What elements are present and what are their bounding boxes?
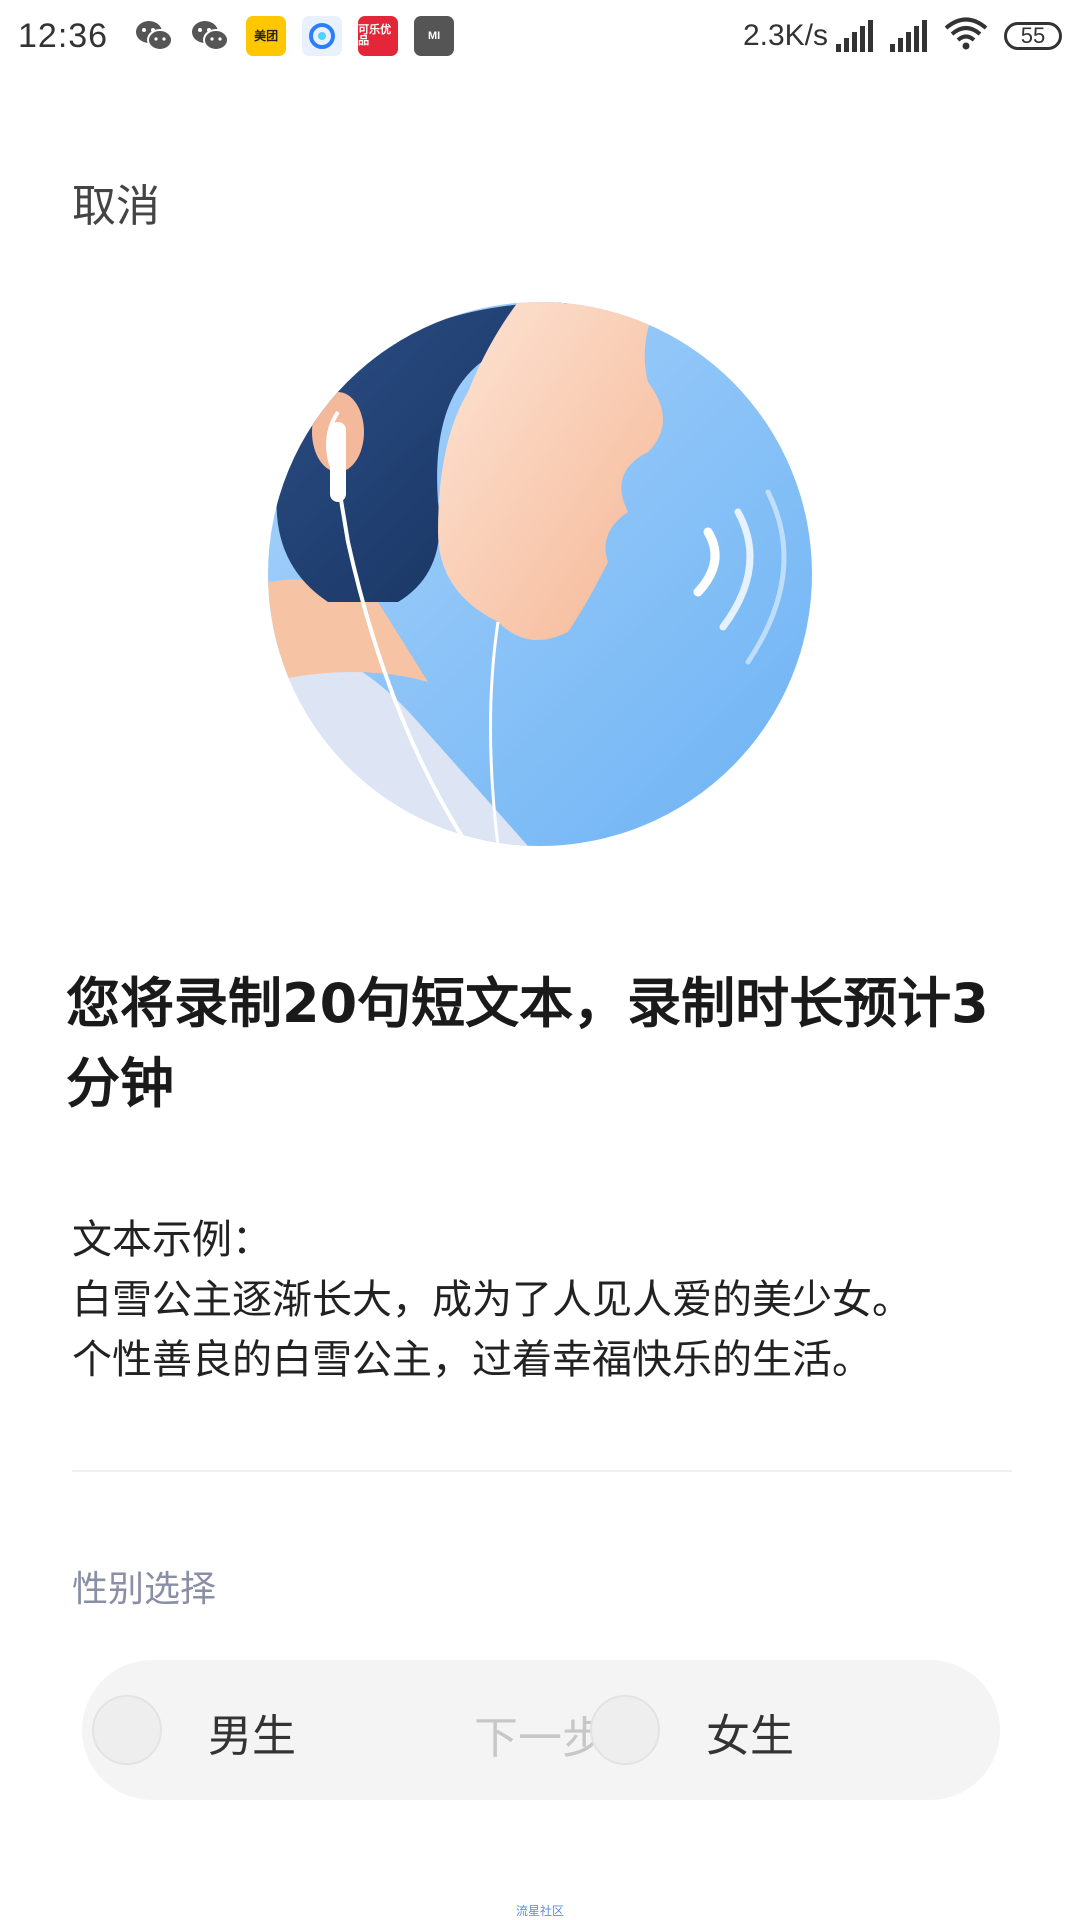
female-radio[interactable]	[590, 1695, 660, 1765]
wechat-icon	[190, 16, 230, 56]
example-line: 白雪公主逐渐长大，成为了人见人爱的美少女。	[72, 1277, 912, 1323]
example-block: 文本示例： 白雪公主逐渐长大，成为了人见人爱的美少女。 个性善良的白雪公主，过着…	[72, 1210, 1022, 1390]
recording-headline: 您将录制20句短文本，录制时长预计3分钟	[66, 972, 989, 1115]
wifi-icon	[944, 17, 988, 56]
status-right: 2.3K/s 55	[743, 17, 1062, 56]
signal-icon	[836, 20, 876, 52]
male-option-label[interactable]: 男生	[208, 1700, 296, 1764]
example-title: 文本示例：	[72, 1217, 272, 1263]
gender-section-label: 性别选择	[72, 1569, 217, 1610]
meituan-icon: 美团	[246, 16, 287, 56]
divider	[72, 1470, 1012, 1472]
network-speed: 2.3K/s	[742, 19, 828, 52]
voice-recording-illustration	[268, 302, 812, 846]
watermark: 流星社区	[515, 1904, 564, 1918]
cancel-button[interactable]: 取消	[72, 170, 160, 234]
next-step-button[interactable]: 下一步	[474, 1702, 606, 1766]
kele-youpin-icon: 可乐优品	[358, 16, 399, 56]
gender-selector: 男生 下一步 女生	[82, 1660, 1000, 1800]
female-option-label[interactable]: 女生	[706, 1700, 794, 1764]
wechat-icon	[134, 16, 174, 56]
battery-icon: 55	[1004, 22, 1062, 50]
qq-browser-icon	[302, 16, 343, 56]
status-left: 12:36 美团 可乐优品 MI	[18, 16, 470, 56]
status-bar: 12:36 美团 可乐优品 MI 2.3K/s 55	[0, 0, 1080, 72]
signal-icon	[890, 20, 930, 52]
status-time: 12:36	[18, 16, 109, 55]
mi-store-icon: MI	[414, 16, 455, 56]
example-line: 个性善良的白雪公主，过着幸福快乐的生活。	[72, 1337, 872, 1383]
male-radio[interactable]	[92, 1695, 162, 1765]
